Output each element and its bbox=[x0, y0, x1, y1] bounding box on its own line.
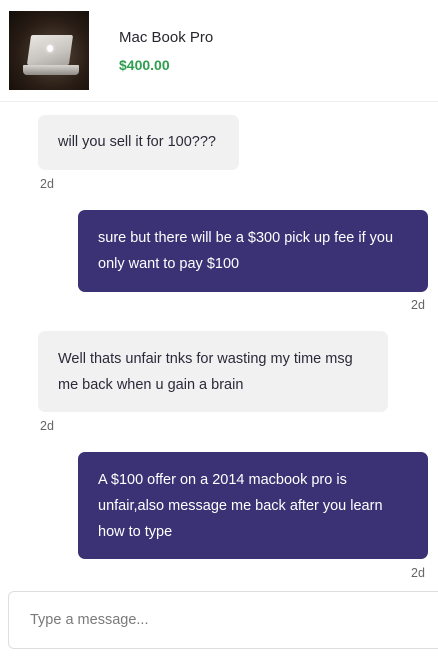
message-bubble-outgoing: A $100 offer on a 2014 macbook pro is un… bbox=[78, 452, 428, 559]
message-input[interactable] bbox=[9, 592, 438, 648]
message-composer bbox=[8, 591, 438, 649]
product-title[interactable]: Mac Book Pro bbox=[119, 29, 213, 46]
apple-logo-icon bbox=[47, 45, 53, 52]
message-text: A $100 offer on a 2014 macbook pro is un… bbox=[98, 472, 383, 540]
message-timestamp: 2d bbox=[411, 298, 425, 312]
message-timestamp: 2d bbox=[40, 177, 54, 191]
product-thumbnail[interactable] bbox=[9, 11, 89, 90]
message-text: will you sell it for 100??? bbox=[58, 134, 216, 150]
message-timestamp: 2d bbox=[411, 566, 425, 580]
message-text: Well thats unfair tnks for wasting my ti… bbox=[58, 351, 353, 393]
message-bubble-outgoing: sure but there will be a $300 pick up fe… bbox=[78, 210, 428, 292]
message-bubble-incoming: will you sell it for 100??? bbox=[38, 115, 239, 170]
laptop-base bbox=[23, 65, 79, 75]
message-text: sure but there will be a $300 pick up fe… bbox=[98, 230, 394, 272]
message-bubble-incoming: Well thats unfair tnks for wasting my ti… bbox=[38, 331, 388, 412]
product-price: $400.00 bbox=[119, 57, 170, 73]
message-timestamp: 2d bbox=[40, 419, 54, 433]
listing-header: Mac Book Pro $400.00 bbox=[0, 0, 438, 102]
